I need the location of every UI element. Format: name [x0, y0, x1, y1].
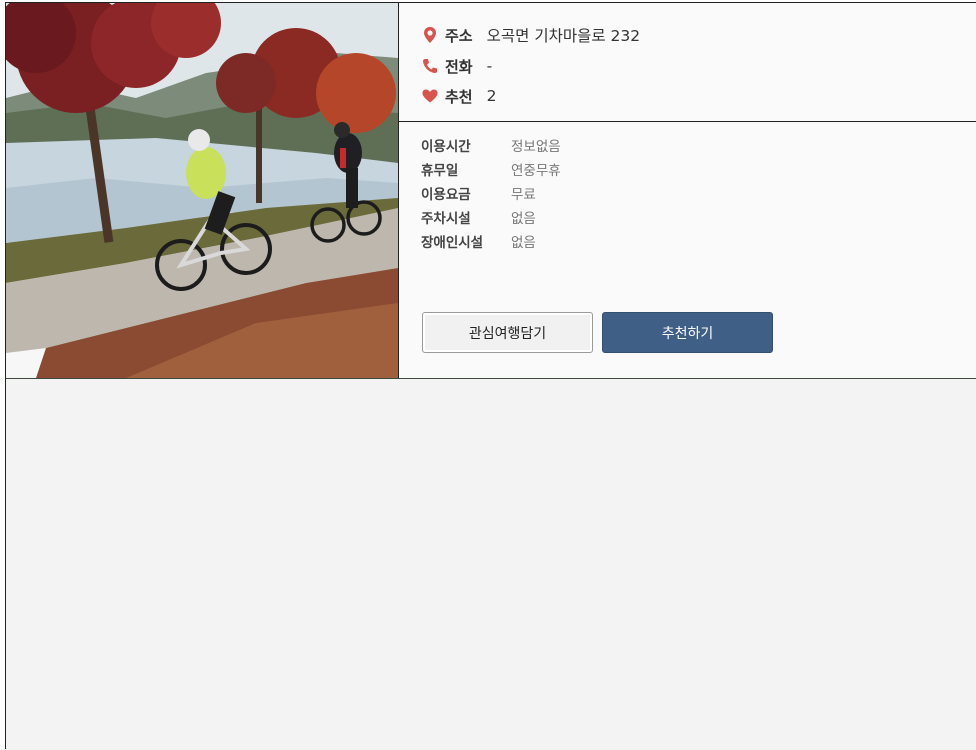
detail-value: 무료	[511, 187, 536, 203]
detail-label: 휴무일	[421, 163, 459, 179]
detail-accessibility: 장애인시설 없음	[421, 230, 536, 252]
phone-label: 전화	[445, 57, 473, 76]
info-summary: 주소 오곡면 기차마을로 232 전화 - 추천 2	[399, 3, 976, 122]
add-to-favorites-button[interactable]: 관심여행담기	[422, 312, 593, 353]
attraction-summary: 주소 오곡면 기차마을로 232 전화 - 추천 2 이용시간 정보없음 휴무일…	[6, 3, 976, 379]
recommend-row: 추천 2	[421, 83, 496, 109]
detail-value: 없음	[511, 211, 536, 227]
content-frame: 주소 오곡면 기차마을로 232 전화 - 추천 2 이용시간 정보없음 휴무일…	[5, 2, 976, 750]
detail-fee: 이용요금 무료	[421, 182, 536, 204]
phone-row: 전화 -	[421, 53, 492, 79]
phone-icon	[421, 57, 439, 75]
attraction-photo	[6, 3, 399, 378]
detail-value: 연중무휴	[511, 163, 561, 179]
address-row: 주소 오곡면 기차마을로 232	[421, 22, 640, 48]
recommend-count: 2	[486, 87, 497, 105]
address-label: 주소	[445, 26, 473, 45]
recommend-label: 추천	[445, 87, 473, 106]
phone-value: -	[486, 57, 493, 75]
detail-label: 이용요금	[421, 187, 471, 203]
detail-parking: 주차시설 없음	[421, 206, 536, 228]
map-pin-icon	[421, 26, 439, 44]
recommend-button[interactable]: 추천하기	[602, 312, 773, 353]
usage-details: 이용시간 정보없음 휴무일 연중무휴 이용요금 무료 주차시설 없음 장애인시설…	[399, 122, 976, 378]
detail-hours: 이용시간 정보없음	[421, 134, 561, 156]
detail-label: 이용시간	[421, 139, 471, 155]
content-area	[6, 379, 976, 750]
detail-label: 장애인시설	[421, 235, 484, 251]
detail-value: 없음	[511, 235, 536, 251]
detail-holiday: 휴무일 연중무휴	[421, 158, 561, 180]
detail-label: 주차시설	[421, 211, 471, 227]
address-value: 오곡면 기차마을로 232	[486, 27, 641, 45]
detail-value: 정보없음	[511, 139, 561, 155]
heart-icon	[421, 87, 439, 105]
